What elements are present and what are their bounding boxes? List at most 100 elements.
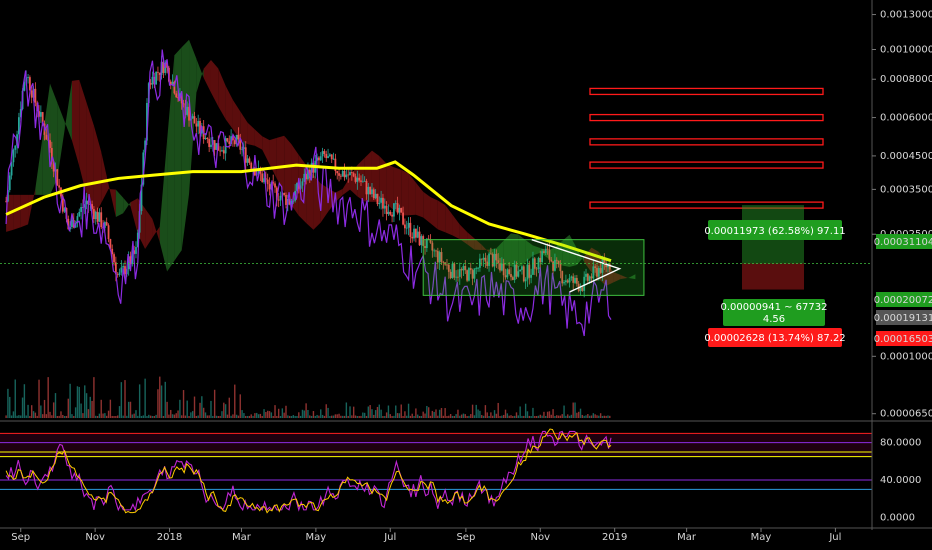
volume-bar	[155, 414, 157, 418]
volume-bar	[426, 405, 428, 418]
cloud-segment	[452, 214, 460, 240]
volume-bar	[331, 415, 333, 418]
volume-bar	[217, 415, 220, 418]
volume-bar	[537, 415, 540, 418]
candle-body	[360, 180, 362, 182]
candle-body	[328, 154, 331, 157]
time-tick-label: Jul	[828, 532, 841, 543]
volume-bar	[234, 384, 236, 418]
volume-bar	[490, 412, 492, 418]
volume-bar	[449, 413, 452, 418]
volume-bar	[127, 401, 130, 418]
candle-body	[96, 211, 99, 222]
volume-bar	[62, 414, 64, 418]
candle-body	[336, 171, 339, 174]
volume-bar	[102, 413, 104, 418]
candle-body	[411, 236, 414, 239]
volume-bar	[31, 405, 33, 418]
volume-bar	[122, 415, 124, 418]
volume-bar	[268, 411, 271, 418]
candle-body	[341, 170, 344, 177]
volume-bar	[579, 408, 582, 418]
volume-bar	[488, 415, 490, 418]
volume-bar	[587, 413, 589, 418]
volume-bar	[20, 415, 22, 418]
candle-body	[228, 141, 231, 144]
volume-bar	[41, 414, 44, 418]
volume-bar	[303, 410, 305, 418]
volume-bar	[84, 385, 86, 418]
candle-body	[116, 274, 119, 276]
volume-bar	[581, 414, 584, 418]
candle-body	[378, 202, 381, 205]
candle-body	[387, 211, 390, 215]
volume-bar	[550, 414, 552, 418]
cloud-segment	[159, 140, 168, 272]
cloud-segment	[20, 194, 29, 228]
volume-bar	[442, 415, 445, 418]
volume-bar	[138, 384, 141, 418]
volume-bar	[316, 414, 318, 418]
target-label[interactable]: 0.00011973 (62.58%) 97.11	[704, 220, 846, 240]
candle-body	[56, 169, 59, 186]
price-tick-label: 0.00035000	[880, 184, 932, 195]
oscillator-tick-label: 40.0000	[880, 475, 921, 486]
position-label[interactable]: 0.00000941 ~ 67732 4.56	[721, 299, 828, 326]
candle-body	[385, 205, 388, 215]
volume-bar	[588, 415, 591, 418]
cloud-segment	[437, 200, 446, 233]
candle-body	[416, 231, 419, 238]
candle-body	[323, 151, 326, 154]
volume-bar	[274, 405, 276, 418]
volume-bar	[246, 415, 249, 418]
volume-bar	[201, 396, 203, 418]
candle-body	[250, 162, 253, 170]
candle-body	[279, 195, 282, 201]
volume-bar	[574, 402, 576, 418]
volume-bar	[100, 399, 102, 418]
candle-body	[107, 225, 110, 240]
candle-body	[354, 176, 357, 182]
volume-bar	[446, 415, 448, 418]
volume-bar	[462, 413, 465, 418]
volume-bar	[85, 393, 88, 418]
candle-body	[30, 90, 33, 98]
volume-bar	[116, 415, 119, 418]
stop-label[interactable]: 0.00002628 (13.74%) 87.22	[704, 328, 846, 347]
volume-bar	[360, 415, 362, 418]
volume-bar	[334, 414, 337, 418]
cloud-segment	[130, 198, 138, 235]
price-chart[interactable]: 0.00130000 0.00100000 0.00080000 0.00060000…	[0, 0, 932, 550]
volume-bar	[371, 409, 373, 418]
volume-bar	[34, 412, 37, 418]
entry-level-text: 0.00019131	[874, 313, 932, 324]
oscillator-panel	[0, 428, 872, 514]
volume-bar	[36, 415, 38, 418]
volume-bar	[160, 385, 163, 418]
time-tick-label: Nov	[85, 532, 105, 543]
volume-bar	[389, 414, 391, 418]
cloud-segment	[269, 137, 277, 179]
volume-bar	[245, 415, 247, 418]
candle-body	[14, 145, 17, 150]
volume-bar	[191, 411, 194, 418]
volume-bar	[512, 415, 514, 418]
candle-body	[330, 154, 333, 160]
volume-bar	[545, 415, 547, 418]
candle-body	[407, 222, 410, 228]
volume-bar	[259, 413, 262, 418]
candle-body	[122, 266, 125, 268]
volume-bar	[126, 415, 128, 418]
cloud-segment	[415, 182, 424, 218]
volume-bar	[486, 412, 488, 418]
volume-bar	[309, 415, 311, 418]
candle-body	[376, 193, 379, 205]
volume-bar	[459, 415, 461, 418]
volume-bar	[396, 413, 399, 418]
volume-bar	[585, 415, 587, 418]
volume-bar	[343, 415, 346, 418]
volume-bar	[473, 415, 476, 418]
volume-bar	[413, 415, 415, 418]
stop-zone	[742, 263, 804, 290]
volume-bar	[502, 414, 505, 418]
